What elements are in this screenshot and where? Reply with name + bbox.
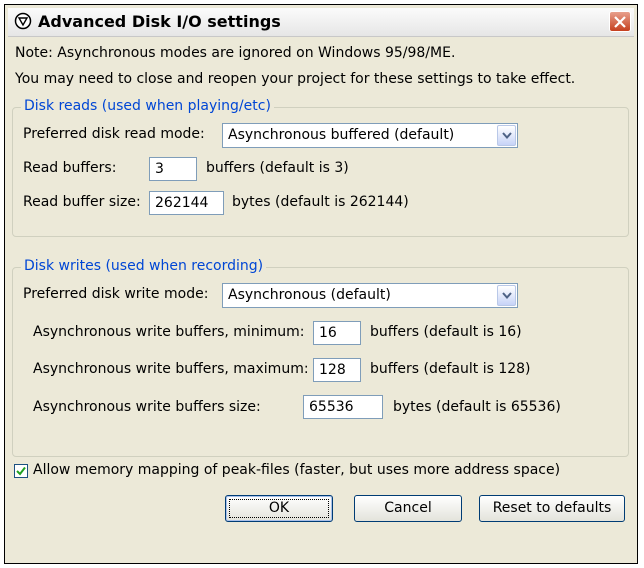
write-buffers-size-hint: bytes (default is 65536) — [393, 399, 561, 415]
dialog-body: Note: Asynchronous modes are ignored on … — [5, 37, 637, 563]
memory-mapping-checkbox[interactable] — [14, 464, 28, 478]
write-mode-value: Asynchronous (default) — [228, 287, 391, 303]
read-buffers-input[interactable] — [149, 157, 197, 181]
close-button[interactable] — [609, 11, 631, 32]
reset-label: Reset to defaults — [492, 500, 612, 516]
read-buffers-hint: buffers (default is 3) — [206, 160, 349, 176]
write-mode-label: Preferred disk write mode: — [23, 286, 209, 302]
app-icon — [14, 12, 32, 30]
disk-writes-legend: Disk writes (used when recording) — [21, 258, 267, 274]
read-mode-value: Asynchronous buffered (default) — [228, 127, 455, 143]
chevron-down-icon — [502, 292, 512, 300]
window-title: Advanced Disk I/O settings — [38, 12, 281, 31]
write-buffers-size-label: Asynchronous write buffers size: — [33, 399, 261, 415]
disk-reads-legend: Disk reads (used when playing/etc) — [21, 98, 274, 114]
write-buffers-min-hint: buffers (default is 16) — [370, 324, 522, 340]
read-mode-select[interactable]: Asynchronous buffered (default) — [222, 123, 518, 148]
cancel-button[interactable]: Cancel — [354, 495, 462, 522]
chevron-down-icon — [502, 132, 512, 140]
read-buffer-size-input[interactable] — [149, 191, 224, 215]
memory-mapping-label[interactable]: Allow memory mapping of peak-files (fast… — [33, 462, 560, 478]
note-async-ignored: Note: Asynchronous modes are ignored on … — [15, 45, 456, 61]
read-mode-dropdown-button[interactable] — [497, 125, 516, 146]
close-icon — [614, 16, 626, 28]
note-reopen-project: You may need to close and reopen your pr… — [15, 71, 576, 87]
checkmark-icon — [16, 466, 26, 476]
write-buffers-max-label: Asynchronous write buffers, maximum: — [33, 361, 309, 377]
disk-reads-group: Disk reads (used when playing/etc) Prefe… — [12, 98, 629, 237]
title-bar[interactable]: Advanced Disk I/O settings — [8, 8, 634, 37]
write-buffers-min-label: Asynchronous write buffers, minimum: — [33, 324, 305, 340]
write-mode-dropdown-button[interactable] — [497, 285, 516, 306]
focus-rect — [229, 499, 329, 518]
disk-writes-group: Disk writes (used when recording) Prefer… — [12, 258, 629, 457]
ok-button[interactable]: OK — [225, 495, 333, 522]
write-buffers-max-hint: buffers (default is 128) — [370, 361, 531, 377]
write-buffers-min-input[interactable] — [313, 321, 361, 345]
read-mode-label: Preferred disk read mode: — [23, 126, 205, 142]
reset-to-defaults-button[interactable]: Reset to defaults — [479, 495, 625, 522]
cancel-label: Cancel — [384, 500, 432, 516]
read-buffer-size-hint: bytes (default is 262144) — [232, 194, 409, 210]
write-mode-select[interactable]: Asynchronous (default) — [222, 283, 518, 308]
read-buffers-label: Read buffers: — [23, 160, 117, 176]
advanced-disk-io-dialog: Advanced Disk I/O settings Note: Asynchr… — [4, 4, 638, 564]
read-buffer-size-label: Read buffer size: — [23, 194, 141, 210]
write-buffers-size-input[interactable] — [303, 395, 383, 419]
write-buffers-max-input[interactable] — [313, 358, 361, 382]
